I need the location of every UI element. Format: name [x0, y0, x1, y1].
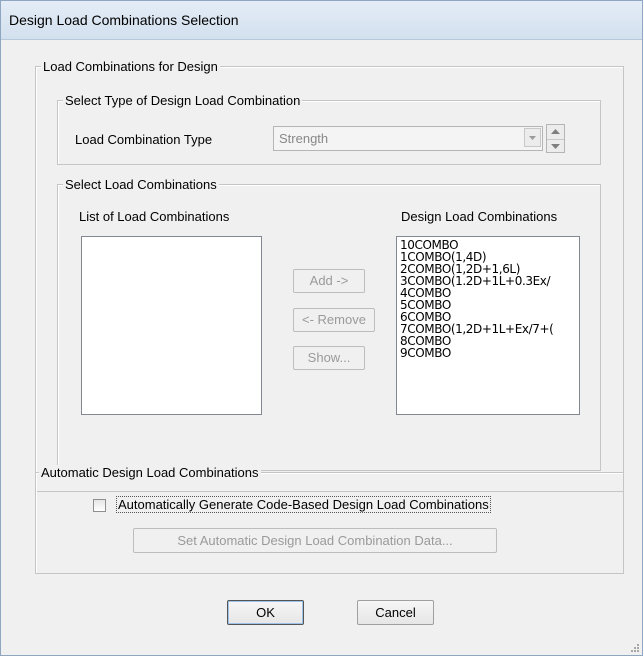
- spin-up-icon[interactable]: [547, 125, 564, 139]
- load-combination-type-label: Load Combination Type: [75, 132, 213, 147]
- group-legend-auto: Automatic Design Load Combinations: [39, 465, 261, 480]
- ok-button[interactable]: OK: [227, 600, 304, 625]
- list-item[interactable]: 5COMBO: [400, 299, 579, 311]
- dropdown-arrow-icon[interactable]: [524, 128, 541, 147]
- list-item[interactable]: 7COMBO(1,2D+1L+Ex/7+(: [400, 323, 579, 335]
- window-title: Design Load Combinations Selection: [9, 12, 239, 28]
- list-item[interactable]: 2COMBO(1,2D+1,6L): [400, 263, 579, 275]
- design-combinations-list[interactable]: 10COMBO 1COMBO(1,4D) 2COMBO(1,2D+1,6L) 3COM…: [396, 236, 580, 415]
- group-legend-select: Select Load Combinations: [63, 177, 219, 192]
- resize-grip-icon[interactable]: [628, 641, 640, 653]
- type-spinner[interactable]: [546, 124, 565, 153]
- list-item[interactable]: 8COMBO: [400, 335, 579, 347]
- design-list-label: Design Load Combinations: [401, 209, 558, 224]
- available-list-label: List of Load Combinations: [79, 209, 230, 224]
- set-automatic-data-button[interactable]: Set Automatic Design Load Combination Da…: [133, 528, 497, 553]
- dialog-client: Load Combinations for Design Select Type…: [9, 40, 634, 648]
- list-item[interactable]: 6COMBO: [400, 311, 579, 323]
- list-item[interactable]: 3COMBO(1.2D+1L+0.3Ex/: [400, 275, 579, 287]
- list-item[interactable]: 9COMBO: [400, 347, 579, 359]
- dialog-window: Design Load Combinations Selection Load …: [0, 0, 643, 656]
- load-combination-type-dropdown[interactable]: Strength: [273, 126, 543, 151]
- load-combination-type-value: Strength: [279, 131, 329, 146]
- list-item[interactable]: 4COMBO: [400, 287, 579, 299]
- add-button[interactable]: Add ->: [293, 269, 365, 293]
- title-bar[interactable]: Design Load Combinations Selection: [1, 1, 642, 40]
- group-legend-type: Select Type of Design Load Combination: [63, 93, 303, 108]
- list-item[interactable]: 1COMBO(1,4D): [400, 251, 579, 263]
- spin-down-icon[interactable]: [547, 139, 564, 154]
- show-button[interactable]: Show...: [293, 346, 365, 370]
- remove-button[interactable]: <- Remove: [293, 308, 375, 332]
- available-combinations-list[interactable]: [81, 236, 262, 415]
- group-automatic-design: Automatic Design Load Combinations: [35, 465, 624, 574]
- list-item[interactable]: 10COMBO: [400, 239, 579, 251]
- cancel-button[interactable]: Cancel: [357, 600, 434, 625]
- group-legend-design: Load Combinations for Design: [41, 59, 220, 74]
- auto-generate-label[interactable]: Automatically Generate Code-Based Design…: [116, 496, 491, 513]
- auto-generate-checkbox[interactable]: [93, 499, 106, 512]
